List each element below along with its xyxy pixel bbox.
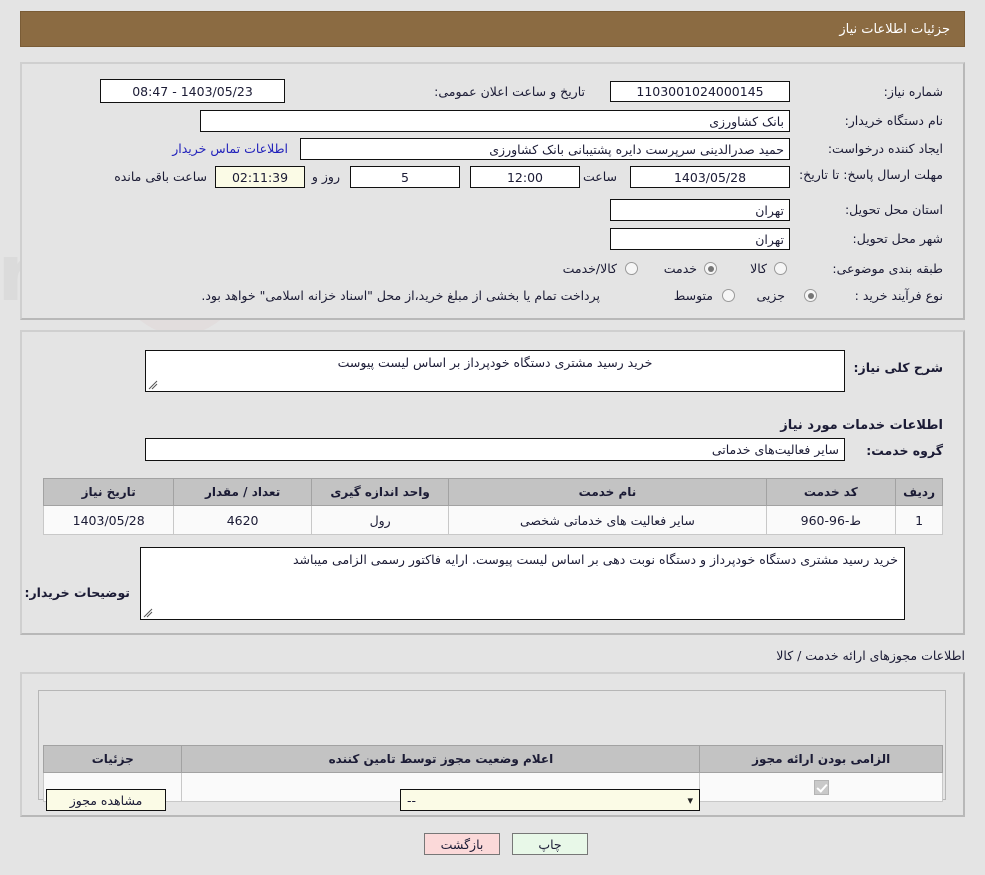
- view-permit-button[interactable]: مشاهده مجوز: [46, 789, 166, 811]
- col-permit-required: الزامی بودن ارائه مجوز: [699, 745, 943, 773]
- back-button[interactable]: بازگشت: [424, 833, 500, 855]
- permit-required-checkbox: [813, 780, 829, 795]
- radio-process-motevaset[interactable]: [722, 289, 735, 302]
- permits-header-row: الزامی بودن ارائه مجوز اعلام وضعیت مجوز …: [42, 745, 943, 773]
- hour-value: 12:00: [470, 166, 580, 188]
- remaining-label: ساعت باقی مانده: [114, 169, 207, 184]
- chevron-down-icon: ▾: [687, 793, 693, 807]
- radio-category-kala-label: کالا: [750, 261, 767, 276]
- col-row-no: ردیف: [895, 478, 943, 506]
- need-desc-value: خرید رسید مشتری دستگاه خودپرداز بر اساس …: [337, 355, 653, 370]
- service-group-label: گروه خدمت:: [866, 443, 943, 458]
- buyer-notes-value: خرید رسید مشتری دستگاه خودپرداز و دستگاه…: [293, 552, 898, 567]
- creator-label: ایجاد کننده درخواست:: [827, 141, 943, 156]
- table-header-row: ردیف کد خدمت نام خدمت واحد اندازه گیری ت…: [42, 478, 943, 506]
- permit-status-select[interactable]: ▾ --: [400, 789, 700, 811]
- service-items-table: ردیف کد خدمت نام خدمت واحد اندازه گیری ت…: [42, 478, 943, 535]
- need-desc-label: شرح کلی نیاز:: [853, 360, 943, 375]
- cell-need-date: 1403/05/28: [42, 505, 175, 535]
- buyer-notes-textarea[interactable]: خرید رسید مشتری دستگاه خودپرداز و دستگاه…: [140, 547, 905, 620]
- service-group-value: سایر فعالیت‌های خدماتی: [145, 438, 845, 461]
- radio-category-khedmat[interactable]: [704, 262, 717, 275]
- col-need-date: تاریخ نیاز: [42, 478, 175, 506]
- print-button[interactable]: چاپ: [512, 833, 588, 855]
- table-row: 1 ط-96-960 سایر فعالیت های خدماتی شخصی ر…: [42, 505, 943, 535]
- permit-status-value: --: [407, 792, 417, 808]
- services-section-title: اطلاعات خدمات مورد نیاز: [780, 418, 943, 433]
- province-value: تهران: [610, 199, 790, 221]
- col-permit-details: جزئیات: [42, 745, 183, 773]
- page-header-bar: جزئیات اطلاعات نیاز: [20, 11, 965, 47]
- process-note: پرداخت تمام یا بخشی از مبلغ خرید،از محل …: [201, 288, 600, 303]
- permits-section-title: اطلاعات مجوزهای ارائه خدمت / کالا: [776, 648, 965, 663]
- announce-datetime-value: 1403/05/23 - 08:47: [100, 79, 285, 103]
- col-service-code: کد خدمت: [765, 478, 897, 506]
- city-value: تهران: [610, 228, 790, 250]
- buyer-contact-link[interactable]: اطلاعات تماس خریدار: [172, 141, 288, 156]
- cell-row-no: 1: [895, 505, 943, 535]
- col-unit: واحد اندازه گیری: [310, 478, 450, 506]
- need-number-value: 1103001024000145: [610, 81, 790, 102]
- buyer-org-label: نام دستگاه خریدار:: [844, 113, 943, 128]
- creator-value: حمید صدرالدینی سرپرست دایره پشتیبانی بان…: [300, 138, 790, 160]
- radio-category-kala-khedmat-label: کالا/خدمت: [562, 261, 617, 276]
- cell-service-code: ط-96-960: [765, 505, 897, 535]
- radio-category-kala-khedmat[interactable]: [625, 262, 638, 275]
- radio-category-khedmat-label: خدمت: [663, 261, 697, 276]
- days-value: 5: [350, 166, 460, 188]
- resize-grip-icon[interactable]: [148, 380, 158, 390]
- countdown-value: 02:11:39: [215, 166, 305, 188]
- cell-unit: رول: [310, 505, 450, 535]
- page-title: جزئیات اطلاعات نیاز: [839, 21, 950, 37]
- category-label: طبقه بندی موضوعی:: [832, 261, 943, 276]
- page-root: AnaTender.net جزئیات اطلاعات نیاز شماره …: [0, 0, 985, 875]
- buyer-org-value: بانک کشاورزی: [200, 110, 790, 132]
- radio-process-jozi-label: جزیی: [756, 288, 785, 303]
- cell-service-name: سایر فعالیت های خدماتی شخصی: [448, 505, 767, 535]
- province-label: استان محل تحویل:: [844, 202, 943, 217]
- cell-quantity: 4620: [173, 505, 312, 535]
- col-service-name: نام خدمت: [448, 478, 767, 506]
- days-unit-label: روز و: [311, 169, 340, 184]
- deadline-label: مهلت ارسال پاسخ: تا تاریخ:: [798, 167, 943, 182]
- col-permit-status: اعلام وضعیت مجوز توسط تامین کننده: [181, 745, 701, 773]
- radio-process-motevaset-label: متوسط: [673, 288, 713, 303]
- cell-permit-required: [699, 772, 943, 802]
- deadline-date-value: 1403/05/28: [630, 166, 790, 188]
- resize-grip-icon-notes[interactable]: [143, 608, 153, 618]
- announce-datetime-label: تاریخ و ساعت اعلان عمومی:: [434, 84, 585, 99]
- radio-process-jozi[interactable]: [804, 289, 817, 302]
- process-label: نوع فرآیند خرید :: [854, 288, 943, 303]
- buyer-notes-label: توضیحات خریدار:: [24, 585, 130, 600]
- need-desc-textarea[interactable]: خرید رسید مشتری دستگاه خودپرداز بر اساس …: [145, 350, 845, 392]
- col-quantity: تعداد / مقدار: [173, 478, 312, 506]
- radio-category-kala[interactable]: [774, 262, 787, 275]
- hour-label: ساعت: [582, 169, 617, 184]
- need-number-label: شماره نیاز:: [883, 84, 943, 99]
- city-label: شهر محل تحویل:: [852, 231, 943, 246]
